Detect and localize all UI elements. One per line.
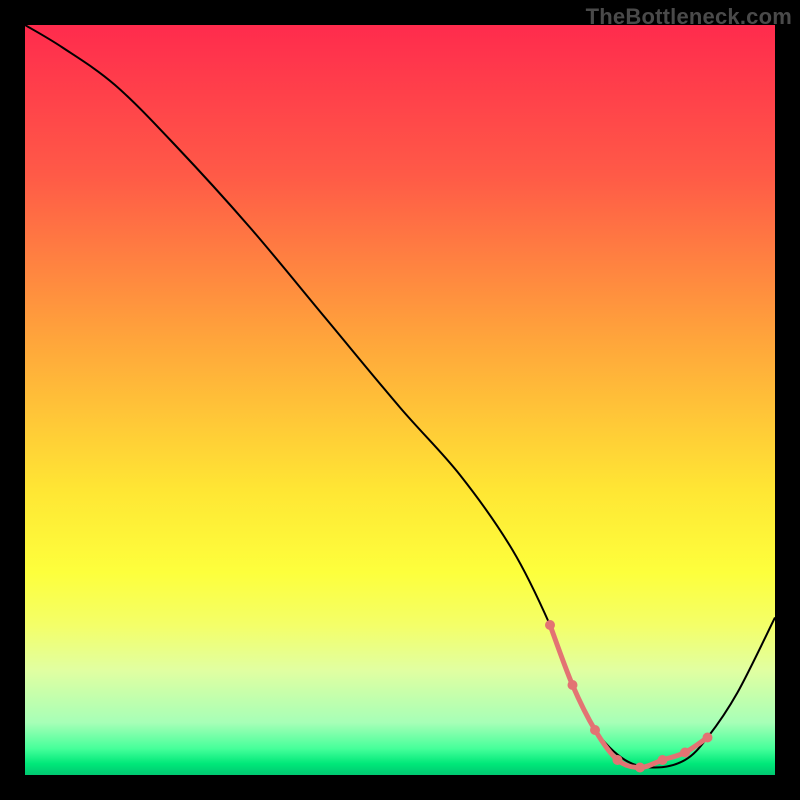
gradient-background (25, 25, 775, 775)
bottleneck-curve-chart (25, 25, 775, 775)
optimal-range-point (613, 755, 623, 765)
optimal-range-point (590, 725, 600, 735)
optimal-range-point (635, 763, 645, 773)
optimal-range-point (680, 748, 690, 758)
optimal-range-point (568, 680, 578, 690)
chart-container: TheBottleneck.com (0, 0, 800, 800)
optimal-range-point (703, 733, 713, 743)
watermark-text: TheBottleneck.com (586, 4, 792, 30)
optimal-range-point (658, 755, 668, 765)
plot-area (25, 25, 775, 775)
optimal-range-point (545, 620, 555, 630)
